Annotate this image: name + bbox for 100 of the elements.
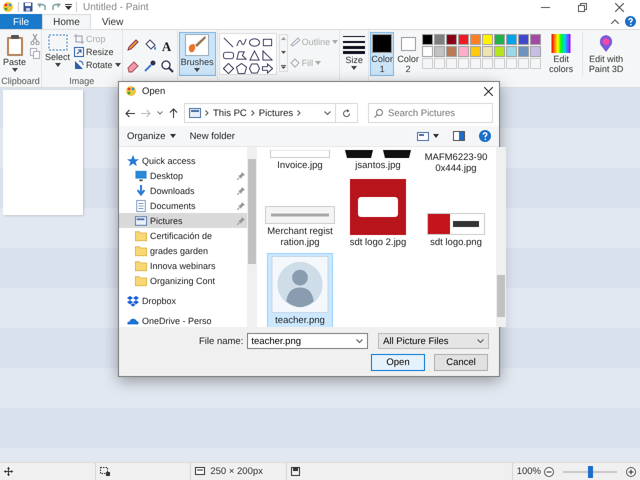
polygon-icon[interactable] (236, 50, 247, 61)
palette-color[interactable] (530, 46, 542, 57)
recent-caret-icon[interactable] (157, 111, 163, 115)
breadcrumb[interactable]: Pictures (258, 108, 294, 118)
collapse-ribbon-icon[interactable] (611, 19, 619, 24)
open-button[interactable]: Open (371, 354, 425, 371)
palette-color[interactable] (470, 34, 482, 45)
color-picker-icon[interactable] (142, 58, 157, 72)
close-icon[interactable] (484, 86, 493, 96)
save-icon[interactable] (23, 2, 33, 12)
back-arrow-icon[interactable] (125, 108, 135, 118)
slider-thumb[interactable] (588, 466, 593, 478)
nav-item[interactable]: Desktop (119, 168, 247, 183)
file-item[interactable]: sdt logo 2.jpg (340, 175, 416, 251)
color-slot-button[interactable]: Color 2 (396, 32, 420, 76)
paint-palette-icon[interactable] (2, 1, 14, 13)
cancel-button[interactable]: Cancel (434, 354, 488, 371)
palette-color[interactable] (494, 34, 506, 45)
scrollbar-thumb[interactable] (497, 275, 505, 317)
oval-icon[interactable] (248, 37, 260, 48)
search-field[interactable]: Search Pictures (368, 103, 493, 123)
rectangle-icon[interactable] (262, 37, 273, 48)
paste-button[interactable]: Paste (1, 32, 28, 76)
palette-color[interactable] (458, 34, 470, 45)
edit-colors-button[interactable]: Edit colors (543, 32, 580, 76)
new-folder-button[interactable]: New folder (190, 130, 235, 142)
file-menu-tab[interactable]: File (0, 14, 42, 29)
ribbon-tab[interactable]: View (90, 14, 134, 29)
zoom-out-icon[interactable] (544, 466, 554, 476)
paint-3d-button[interactable]: Edit with Paint 3D (586, 32, 626, 76)
nav-item[interactable]: Downloads (119, 183, 247, 198)
nav-item[interactable]: Innova webinars (119, 258, 247, 273)
palette-color[interactable] (422, 34, 434, 45)
file-type-dropdown[interactable]: All Picture Files (378, 333, 489, 349)
hexagon-icon[interactable] (248, 63, 260, 74)
redo-icon[interactable] (51, 2, 61, 12)
file-item[interactable]: MAFM6223-900x444.jpg (418, 147, 494, 175)
view-options-button[interactable] (417, 132, 439, 140)
magnifier-icon[interactable] (160, 58, 174, 72)
palette-color[interactable] (458, 46, 470, 57)
file-item[interactable]: sdt logo.png (418, 175, 494, 251)
nav-item[interactable]: Certificación de (119, 228, 247, 243)
palette-color[interactable] (422, 46, 434, 57)
up-arrow-icon[interactable] (169, 108, 178, 118)
resize-button[interactable]: Resize (74, 47, 121, 57)
right-arrow-icon[interactable] (262, 63, 273, 74)
maximize-icon[interactable] (578, 2, 587, 12)
diamond-icon[interactable] (222, 63, 234, 74)
rotate-button[interactable]: Rotate (74, 60, 121, 70)
nav-item[interactable]: OneDrive - Perso (119, 313, 247, 327)
help-icon[interactable] (625, 16, 636, 27)
eraser-icon[interactable] (126, 58, 140, 72)
preview-pane-icon[interactable] (453, 131, 465, 141)
palette-color[interactable] (518, 46, 530, 57)
copy-icon[interactable] (30, 48, 40, 59)
file-item[interactable]: teacher.png (267, 253, 333, 329)
palette-color[interactable] (446, 46, 458, 57)
palette-color[interactable] (506, 46, 518, 57)
breadcrumb[interactable]: This PC (213, 108, 247, 118)
ribbon-tab[interactable]: Home (42, 14, 91, 29)
triangle-icon[interactable] (248, 50, 260, 61)
palette-color[interactable] (470, 46, 482, 57)
organize-menu[interactable]: Organize (127, 130, 176, 142)
select-button[interactable]: Select (43, 32, 72, 76)
address-bar[interactable]: This PC Pictures (184, 103, 336, 123)
nav-item[interactable]: Dropbox (119, 293, 247, 308)
line-icon[interactable] (222, 37, 234, 48)
palette-color[interactable] (446, 34, 458, 45)
scissors-icon[interactable] (30, 34, 40, 45)
undo-icon[interactable] (37, 2, 47, 12)
dropdown-caret-icon[interactable] (324, 111, 331, 115)
brushes-button[interactable]: Brushes (178, 32, 216, 76)
palette-color[interactable] (482, 34, 494, 45)
scrollbar[interactable] (247, 147, 257, 327)
close-icon[interactable] (615, 2, 624, 12)
scrollbar[interactable] (496, 147, 506, 327)
refresh-button[interactable] (336, 103, 358, 123)
right-triangle-icon[interactable] (262, 50, 273, 61)
rounded-rectangle-icon[interactable] (222, 50, 234, 61)
nav-item[interactable]: grades garden (119, 243, 247, 258)
palette-color[interactable] (530, 34, 542, 45)
palette-color[interactable] (506, 34, 518, 45)
help-icon[interactable] (479, 130, 491, 142)
nav-item[interactable]: Organizing Cont (119, 273, 247, 288)
nav-item[interactable]: Documents (119, 198, 247, 213)
curve-icon[interactable] (236, 37, 247, 48)
size-button[interactable]: Size (341, 32, 368, 76)
file-item[interactable]: Merchant registration.jpg (262, 175, 338, 251)
palette-color[interactable] (482, 46, 494, 57)
text-tool[interactable]: A (160, 38, 174, 54)
gallery-scroll[interactable] (278, 34, 288, 72)
palette-color[interactable] (518, 34, 530, 45)
nav-item[interactable]: Pictures (119, 213, 247, 228)
file-item[interactable]: jsantos.jpg (340, 147, 416, 175)
color-slot-button[interactable]: Color 1 (370, 32, 394, 76)
nav-item[interactable]: Quick access (119, 153, 247, 168)
pentagon-icon[interactable] (236, 63, 247, 74)
palette-color[interactable] (494, 46, 506, 57)
fill-bucket-icon[interactable] (142, 38, 157, 52)
pencil-icon[interactable] (126, 38, 140, 52)
